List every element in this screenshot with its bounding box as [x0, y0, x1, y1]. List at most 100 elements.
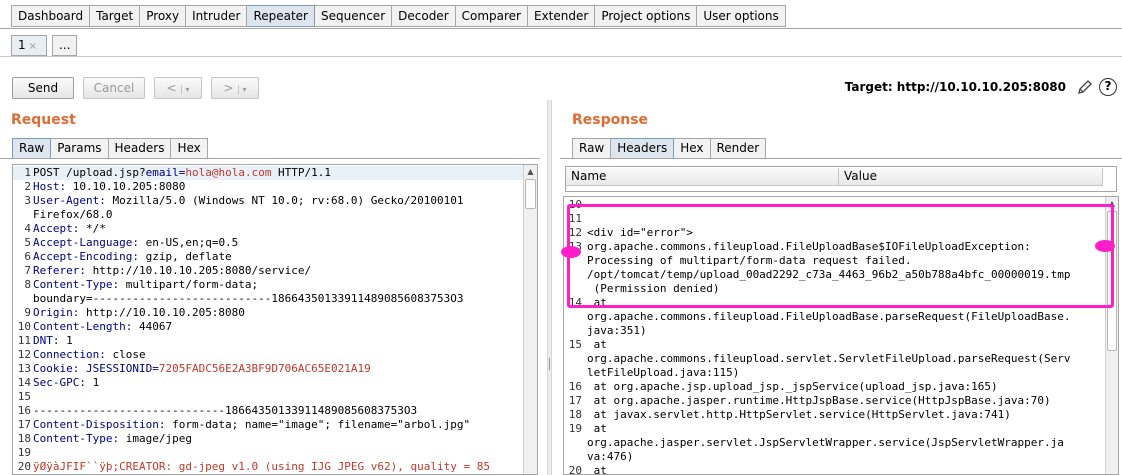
line-number: 12: [17, 348, 31, 361]
line-number: 19: [17, 446, 31, 459]
request-tabs: Raw Params Headers Hex: [12, 138, 208, 159]
code-line: org.apache.commons.fileupload.FileUpload…: [587, 310, 1071, 323]
repeater-tabs-divider: [0, 56, 1122, 57]
line-number: 5: [24, 236, 31, 249]
code-line: User-Agent: Mozilla/5.0 (Windows NT 10.0…: [33, 194, 464, 207]
code-line: letFileUpload.java:115): [587, 366, 740, 379]
request-editor[interactable]: 1 POST /upload.jsp?email=hola@hola.com HT…: [12, 164, 538, 475]
code-line: Content-Type: image/jpeg: [33, 432, 192, 445]
splitter-grip: [549, 358, 550, 370]
request-tab-hex[interactable]: Hex: [171, 138, 208, 159]
repeater-tab-label: 1: [18, 38, 26, 52]
back-button[interactable]: < ▾: [154, 77, 202, 99]
code-line: at: [587, 422, 607, 435]
response-body[interactable]: 101112<div id="error">13org.apache.commo…: [563, 196, 1119, 475]
scroll-thumb[interactable]: [1107, 211, 1117, 351]
line-number: 11: [17, 334, 31, 347]
code-line: Accept-Encoding: gzip, deflate: [33, 250, 232, 263]
tab-dashboard[interactable]: Dashboard: [11, 5, 91, 27]
close-icon[interactable]: ×: [29, 41, 37, 52]
response-tab-headers[interactable]: Headers: [611, 138, 675, 159]
code-line: org.apache.commons.fileupload.servlet.Se…: [587, 352, 1071, 365]
chevron-down-icon[interactable]: ▾: [237, 85, 247, 94]
code-line: Sec-GPC: 1: [33, 376, 100, 389]
response-tabs: Raw Headers Hex Render: [572, 138, 767, 159]
repeater-tab-new[interactable]: ...: [52, 35, 78, 56]
tab-proxy[interactable]: Proxy: [140, 5, 187, 27]
help-icon[interactable]: ?: [1099, 78, 1117, 96]
line-number: 15: [568, 338, 582, 351]
code-line: <div id="error">: [587, 226, 693, 239]
tab-user-options[interactable]: User options: [697, 5, 786, 27]
line-number: 8: [24, 278, 31, 291]
line-number: 14: [17, 376, 31, 389]
line-number: 19: [568, 422, 582, 435]
tab-decoder[interactable]: Decoder: [392, 5, 456, 27]
line-number: 4: [24, 222, 31, 235]
tab-repeater[interactable]: Repeater: [247, 5, 315, 27]
tab-sequencer[interactable]: Sequencer: [315, 5, 393, 27]
code-line: Firefox/68.0: [33, 208, 113, 221]
response-tab-hex[interactable]: Hex: [674, 138, 711, 159]
repeater-tabs: 1 × ...: [11, 35, 82, 56]
code-line: POST /upload.jsp?email=hola@hola.com HTT…: [33, 166, 332, 179]
chevron-down-icon[interactable]: ▾: [180, 85, 190, 94]
line-number: 18: [568, 408, 582, 421]
line-number: 20: [17, 460, 31, 473]
tab-intruder[interactable]: Intruder: [186, 5, 248, 27]
annotation-mark: [1095, 240, 1115, 252]
code-line: va:476): [587, 450, 634, 463]
request-title: Request: [11, 112, 76, 128]
cancel-button[interactable]: Cancel: [83, 77, 145, 99]
line-number: 16: [568, 380, 582, 393]
target-label: Target: http://10.10.10.205:8080: [844, 80, 1066, 94]
line-number: 14: [568, 296, 582, 309]
pane-splitter[interactable]: [547, 100, 552, 475]
forward-button[interactable]: > ▾: [211, 77, 259, 99]
line-number: 1: [24, 166, 31, 179]
column-header-name[interactable]: Name: [566, 168, 839, 186]
response-scrollbar[interactable]: ▲: [1105, 197, 1118, 474]
code-line: at: [587, 338, 607, 351]
line-number: 13: [17, 362, 31, 375]
tab-target[interactable]: Target: [90, 5, 141, 27]
request-tabs-divider: [0, 158, 540, 159]
line-number: 11: [568, 212, 582, 225]
tab-extender[interactable]: Extender: [528, 5, 596, 27]
scroll-up-icon[interactable]: ▲: [1106, 199, 1118, 208]
code-line: (Permission denied): [587, 282, 720, 295]
back-arrow-icon: <: [166, 81, 177, 95]
tool-tabs-divider: [0, 28, 1122, 29]
scroll-up-icon[interactable]: ▲: [524, 167, 537, 176]
code-line: Host: 10.10.10.205:8080: [33, 180, 186, 193]
code-line: Referer: http://10.10.10.205:8080/servic…: [33, 264, 312, 277]
line-number: 3: [24, 194, 31, 207]
column-header-value[interactable]: Value: [839, 168, 1103, 186]
pencil-icon[interactable]: [1076, 78, 1094, 96]
line-number: 9: [24, 306, 31, 319]
code-line: ÿØÿàJFIF``ÿþ;CREATOR: gd-jpeg v1.0 (usin…: [33, 460, 490, 473]
code-line: Content-Length: 44067: [33, 320, 173, 333]
annotation-mark: [561, 246, 581, 258]
scroll-thumb[interactable]: [525, 179, 536, 209]
code-line: Connection: close: [33, 348, 146, 361]
tab-project-options[interactable]: Project options: [595, 5, 698, 27]
line-number: 2: [24, 180, 31, 193]
request-scrollbar[interactable]: ▲: [523, 165, 537, 474]
response-tab-raw[interactable]: Raw: [572, 138, 612, 159]
line-number: 20: [568, 464, 582, 475]
code-line: at org.apache.jsp.upload_jsp._jspService…: [587, 380, 998, 393]
code-line: Accept-Language: en-US,en;q=0.5: [33, 236, 239, 249]
request-tab-params[interactable]: Params: [51, 138, 109, 159]
request-tab-raw[interactable]: Raw: [12, 138, 52, 159]
tab-comparer[interactable]: Comparer: [455, 5, 528, 27]
response-tab-render[interactable]: Render: [710, 138, 767, 159]
repeater-tab-1[interactable]: 1 ×: [11, 35, 47, 56]
tool-tabs: Dashboard Target Proxy Intruder Repeater…: [11, 5, 786, 28]
send-button[interactable]: Send: [12, 77, 74, 99]
code-line: at javax.servlet.http.HttpServlet.servic…: [587, 408, 1011, 421]
line-number: 17: [17, 418, 31, 431]
response-tabs-divider: [560, 158, 1122, 159]
code-line: /opt/tomcat/temp/upload_00ad2292_c73a_44…: [587, 268, 1071, 281]
request-tab-headers[interactable]: Headers: [108, 138, 172, 159]
